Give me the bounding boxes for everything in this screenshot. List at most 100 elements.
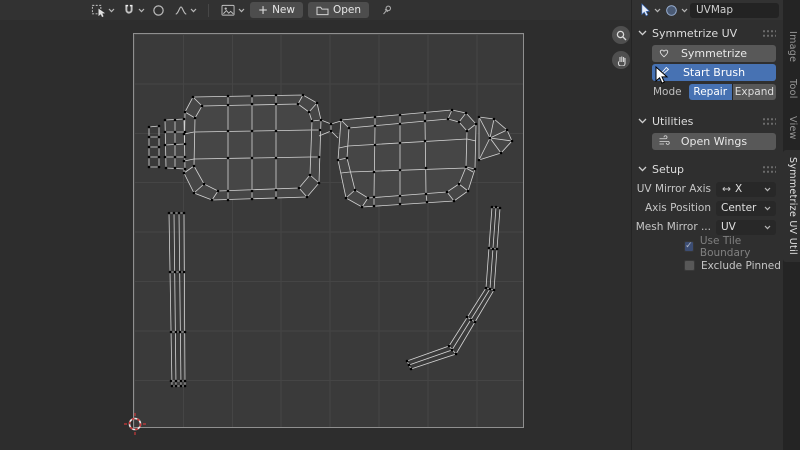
select-box-icon — [90, 2, 107, 19]
new-image-button[interactable]: + New — [250, 2, 303, 18]
panel-header-utilities[interactable]: Utilities — [632, 111, 783, 131]
prop-label: Mesh Mirror ... — [632, 221, 716, 233]
uv-mirror-axis-dropdown[interactable]: X — [716, 182, 776, 197]
mirror-axis-icon — [721, 185, 732, 193]
chevron-down-icon — [764, 225, 771, 230]
folder-icon — [316, 5, 329, 16]
cursor-tool-dropdown[interactable] — [636, 2, 661, 19]
panel-title: Utilities — [652, 115, 693, 128]
uv-editor-header-left: + New Open — [0, 0, 631, 20]
header-corner — [783, 0, 800, 20]
magnifier-icon — [616, 30, 627, 41]
mode-label: Mode — [653, 86, 682, 98]
uvmap-value: UVMap — [696, 4, 733, 16]
sidebar-header: UVMap — [631, 0, 783, 20]
panel-grip[interactable] — [762, 29, 776, 38]
symmetrize-button[interactable]: Symmetrize — [652, 45, 776, 62]
falloff-dropdown[interactable] — [172, 2, 197, 19]
panel-header-setup[interactable]: Setup — [632, 159, 783, 179]
uv-canvas[interactable] — [0, 20, 631, 450]
header-separator — [208, 4, 209, 17]
magnet-icon — [120, 2, 137, 19]
prop-row-axis-position: Axis Position Center — [632, 199, 776, 217]
uvmap-field[interactable]: UVMap — [690, 3, 779, 18]
dropdown-value: UV — [721, 221, 761, 233]
chevron-down-icon — [764, 206, 771, 211]
display-channel-dropdown[interactable] — [663, 2, 688, 19]
symmetrize-label: Symmetrize — [681, 47, 747, 60]
panel-header-symmetrize-uv[interactable]: Symmetrize UV — [632, 23, 783, 43]
panel-expand-icon — [638, 166, 647, 172]
falloff-curve-icon — [172, 2, 189, 19]
tab-tool[interactable]: Tool — [783, 72, 800, 106]
mode-segmented-control: Repair Expand — [689, 84, 776, 100]
chevron-down-icon — [764, 187, 771, 192]
sidebar-tabstrip: Image Tool View Symmetrize UV Util — [783, 20, 800, 450]
select-tool-dropdown[interactable] — [90, 2, 115, 19]
cursor-arrow-icon — [636, 2, 653, 19]
uv-vertices-strips — [168, 206, 502, 388]
editor-header: + New Open — [0, 0, 800, 20]
prop-label: UV Mirror Axis — [632, 183, 716, 195]
strips-edges — [169, 213, 185, 387]
prop-row-uv-mirror-axis: UV Mirror Axis X — [632, 180, 776, 198]
tab-view[interactable]: View — [783, 109, 800, 147]
chevron-down-icon — [108, 8, 115, 13]
snap-dropdown[interactable] — [120, 2, 145, 19]
panel-expand-icon — [638, 118, 647, 124]
panel-title: Symmetrize UV — [652, 27, 737, 40]
panel-title: Setup — [652, 163, 684, 176]
open-image-label: Open — [333, 4, 361, 16]
chevron-down-icon — [681, 8, 688, 13]
check-row-tile-boundary: ✓ Use Tile Boundary — [684, 238, 783, 255]
check-row-exclude-pinned: Exclude Pinned — [684, 257, 783, 274]
2d-cursor — [124, 413, 146, 435]
dropdown-value: X — [735, 183, 761, 195]
exclude-pinned-checkbox[interactable] — [684, 260, 695, 271]
dropdown-value: Center — [721, 202, 761, 214]
main-area: Symmetrize UV Symmetrize Start Brush Mod… — [0, 20, 800, 450]
pin-icon[interactable] — [378, 2, 395, 19]
panel-expand-icon — [638, 30, 647, 36]
mesh-mirror-dropdown[interactable]: UV — [716, 220, 776, 235]
prop-label: Axis Position — [632, 202, 716, 214]
new-image-label: New — [272, 4, 295, 16]
image-icon — [220, 2, 237, 19]
n-panel-sidebar: Symmetrize UV Symmetrize Start Brush Mod… — [631, 20, 783, 450]
blender-uv-editor-window: + New Open — [0, 0, 800, 450]
mode-option-expand[interactable]: Expand — [733, 84, 776, 100]
bridge-edges — [319, 120, 341, 138]
temple-ladder — [149, 126, 159, 167]
image-sphere-icon — [663, 2, 680, 19]
pan-gizmo[interactable] — [612, 51, 630, 69]
zoom-gizmo[interactable] — [612, 26, 630, 44]
tab-symmetrize-uv-util[interactable]: Symmetrize UV Util — [783, 150, 800, 262]
heart-icon — [658, 47, 670, 59]
chevron-down-icon — [190, 8, 197, 13]
chevron-down-icon — [654, 8, 661, 13]
axis-position-dropdown[interactable]: Center — [716, 201, 776, 216]
use-tile-boundary-checkbox[interactable]: ✓ — [684, 241, 694, 252]
start-brush-button[interactable]: Start Brush — [652, 64, 776, 81]
mouse-cursor — [655, 66, 669, 85]
plus-icon: + — [258, 5, 268, 15]
hand-icon — [616, 55, 627, 66]
start-brush-label: Start Brush — [683, 66, 745, 79]
panel-grip[interactable] — [762, 165, 776, 174]
open-wings-button[interactable]: Open Wings — [652, 133, 776, 150]
chevron-down-icon — [238, 8, 245, 13]
mode-option-repair[interactable]: Repair — [689, 84, 732, 100]
checkbox-label: Exclude Pinned — [701, 260, 781, 272]
open-image-button[interactable]: Open — [308, 2, 369, 18]
image-browse-dropdown[interactable] — [220, 2, 245, 19]
open-wings-label: Open Wings — [681, 135, 747, 148]
prop-row-mesh-mirror: Mesh Mirror ... UV — [632, 218, 776, 236]
chevron-down-icon — [138, 8, 145, 13]
uv-mesh[interactable] — [0, 20, 631, 450]
tab-image[interactable]: Image — [783, 24, 800, 69]
mode-row: Mode Repair Expand — [653, 84, 776, 100]
wind-icon — [658, 135, 670, 147]
panel-grip[interactable] — [762, 117, 776, 126]
checkbox-label: Use Tile Boundary — [700, 235, 783, 259]
proportional-edit-icon[interactable] — [150, 2, 167, 19]
